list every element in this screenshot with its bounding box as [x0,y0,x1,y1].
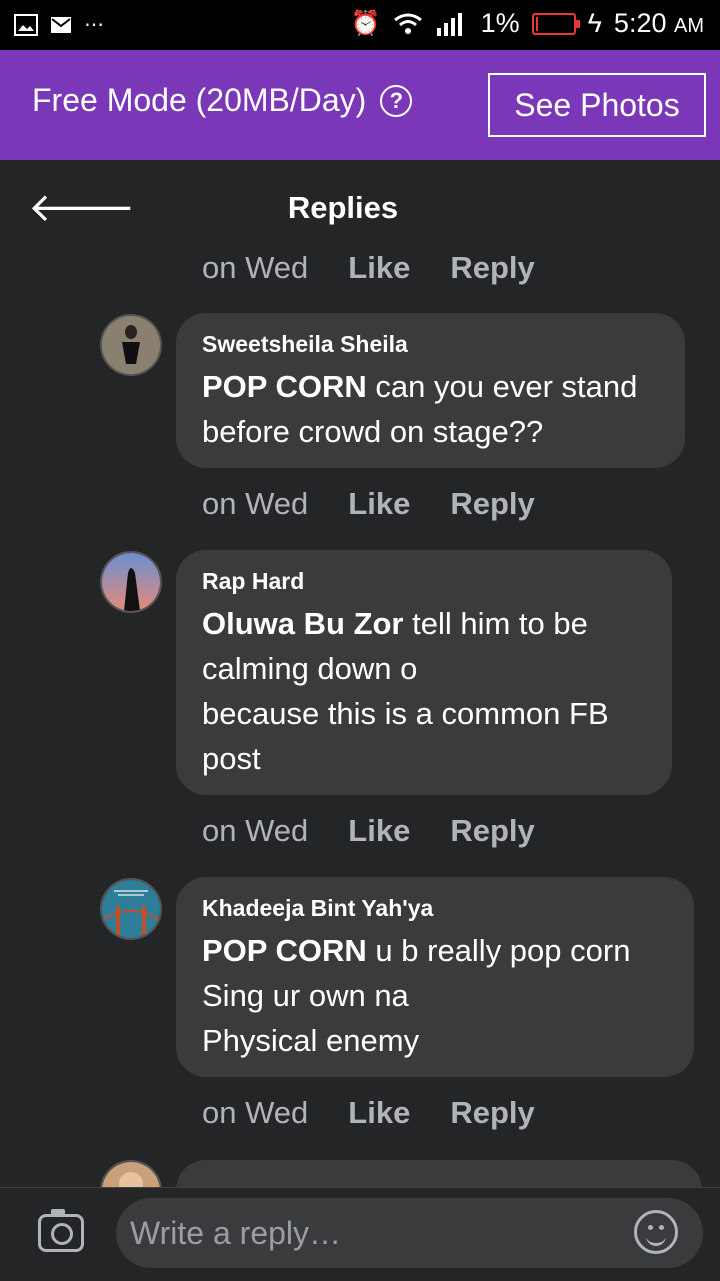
avatar[interactable] [100,551,162,613]
comment-actions: on Wed Like Reply [202,486,535,522]
comment-author[interactable]: Khadeeja Bint Yah'ya [202,895,668,922]
comment-time: on Wed [202,1095,309,1130]
camera-icon[interactable] [38,1209,84,1252]
comment-author[interactable]: Sweetsheila Sheila [202,331,659,358]
comment-time: on Wed [202,813,309,848]
comment-author[interactable]: Rap Hard [202,568,646,595]
comment-text: Oluwa Bu Zor tell him to be calming down… [202,606,609,776]
gallery-icon [14,13,38,36]
signal-icon [436,12,462,36]
comment-bubble: Sweetsheila Sheila POP CORN can you ever… [176,313,685,468]
see-photos-button[interactable]: See Photos [488,73,706,137]
comment-actions: on Wed Like Reply [202,813,535,849]
wifi-icon [393,13,422,34]
more-notifications-icon: ⋯ [84,14,104,36]
mail-icon [51,16,71,33]
replies-header: 🡐 Replies [0,160,720,250]
comment-actions: on Wed Like Reply [202,1095,535,1131]
comment-bubble: Khadeeja Bint Yah'ya POP CORN u b really… [176,877,694,1077]
comment-text: POP CORN u b really pop corn Sing ur own… [202,933,631,1058]
notification-icons: ⋯ [14,12,104,37]
help-icon[interactable]: ? [380,84,413,117]
reply-button[interactable]: Reply [450,813,534,849]
status-bar: ⋯ ⏰ 1% ϟ 5:20 AM [0,0,720,50]
reply-button[interactable]: Reply [450,1095,534,1131]
comment-bubble: Rap Hard Oluwa Bu Zor tell him to be cal… [176,550,672,795]
like-button[interactable]: Like [348,250,410,286]
free-mode-banner: Free Mode (20MB/Day) ? See Photos [0,50,720,160]
mention-link[interactable]: Oluwa Bu Zor [202,606,404,641]
page-title: Replies [287,190,399,225]
comment-text: POP CORN can you ever stand before crowd… [202,369,638,449]
like-button[interactable]: Like [348,486,410,522]
avatar[interactable] [100,878,162,940]
alarm-icon: ⏰ [350,10,381,37]
charging-icon: ϟ [587,8,602,38]
comment-time: on Wed [202,486,309,521]
reply-composer [0,1187,720,1281]
clock: 5:20 AM [613,8,704,38]
reply-input[interactable] [116,1198,703,1268]
mention-link[interactable]: POP CORN [202,369,367,404]
free-mode-label: Free Mode (20MB/Day) [32,82,367,118]
battery-percent: 1% [480,8,520,38]
comment-time: on Wed [202,250,309,285]
mention-link[interactable]: POP CORN [202,933,367,968]
emoji-icon[interactable] [634,1210,678,1254]
battery-icon [531,12,580,35]
like-button[interactable]: Like [348,813,410,849]
reply-button[interactable]: Reply [450,250,534,286]
avatar[interactable] [100,314,162,376]
like-button[interactable]: Like [348,1095,410,1131]
reply-button[interactable]: Reply [450,486,534,522]
comment-actions: on Wed Like Reply [202,250,535,286]
